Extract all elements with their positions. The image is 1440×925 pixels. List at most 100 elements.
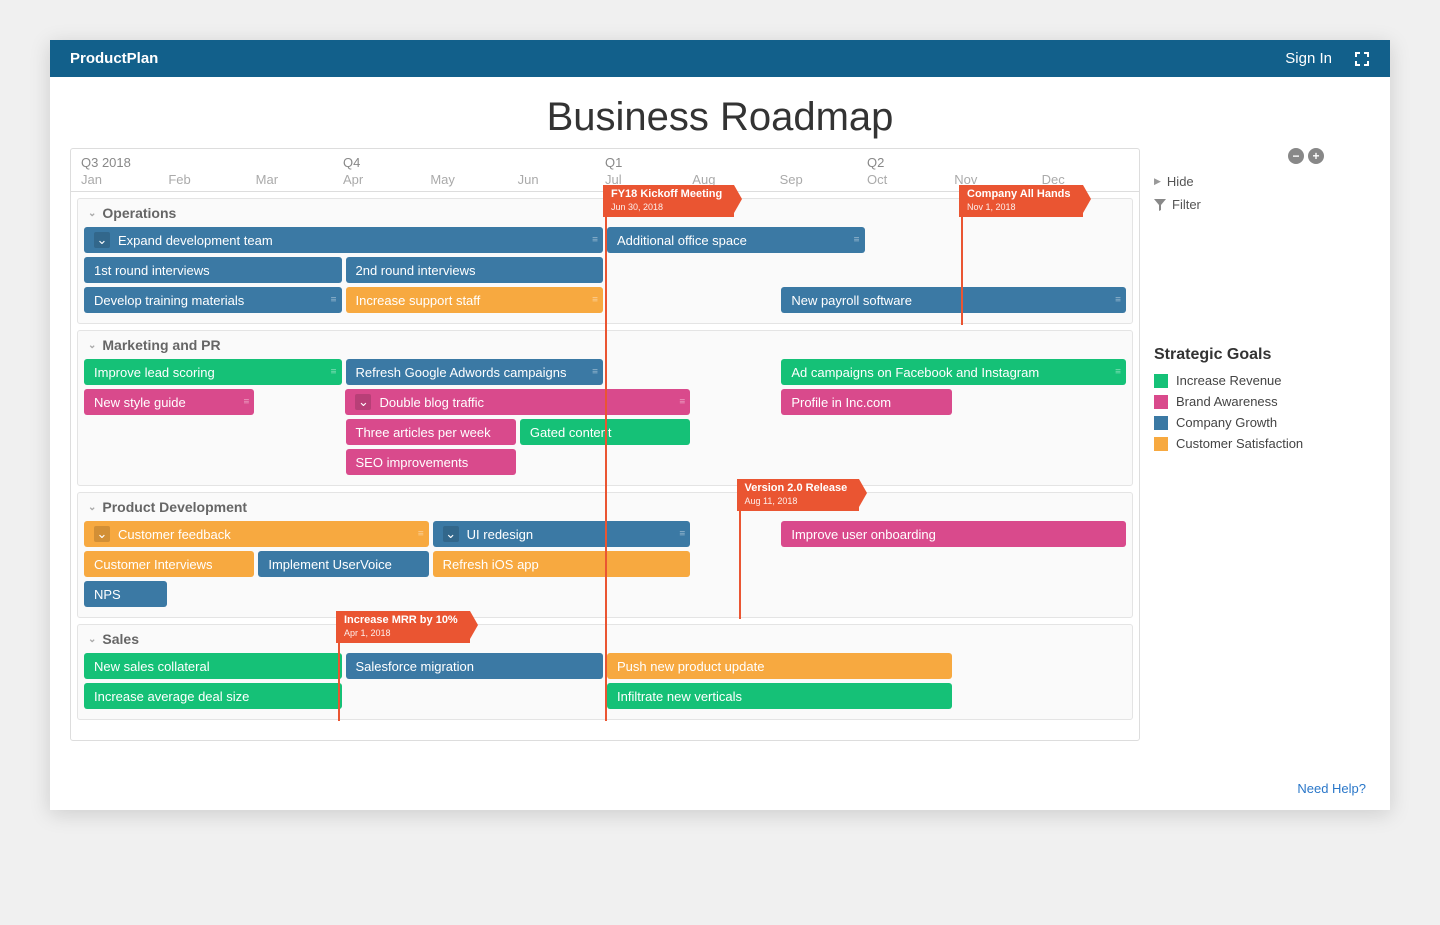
header-bar: ProductPlan Sign In	[50, 40, 1390, 77]
milestone[interactable]: Increase MRR by 10%Apr 1, 2018	[336, 611, 470, 643]
sign-in-link[interactable]: Sign In	[1285, 50, 1332, 67]
milestone[interactable]: Company All HandsNov 1, 2018	[959, 185, 1083, 217]
bar-label: Salesforce migration	[356, 659, 475, 674]
milestone[interactable]: FY18 Kickoff MeetingJun 30, 2018	[603, 185, 734, 217]
month-label: Mar	[256, 170, 343, 189]
quarters-row: Q3 2018Q4Q1Q2	[81, 155, 1129, 170]
bar-label: Gated content	[530, 425, 612, 440]
roadmap-bar[interactable]: Increase support staff≡	[346, 287, 604, 313]
bar-label: UI redesign	[467, 527, 533, 542]
roadmap-canvas[interactable]: Q3 2018Q4Q1Q2 JanFebMarAprMayJunJulAugSe…	[70, 148, 1140, 741]
legend-label: Company Growth	[1176, 415, 1277, 430]
roadmap-bar[interactable]: New payroll software≡	[781, 287, 1126, 313]
bar-label: Increase average deal size	[94, 689, 249, 704]
roadmap-bar[interactable]: New sales collateral	[84, 653, 342, 679]
hide-toggle[interactable]: ▶ Hide	[1154, 170, 1324, 193]
bar-label: Improve user onboarding	[791, 527, 936, 542]
help-link[interactable]: Need Help?	[1297, 781, 1366, 796]
grip-icon: ≡	[679, 397, 684, 408]
roadmap-bar[interactable]: Salesforce migration	[346, 653, 604, 679]
roadmap-bar[interactable]: Additional office space≡	[607, 227, 865, 253]
bar-label: Ad campaigns on Facebook and Instagram	[791, 365, 1039, 380]
legend-swatch	[1154, 416, 1168, 430]
bar-label: New sales collateral	[94, 659, 210, 674]
bar-label: SEO improvements	[356, 455, 469, 470]
legend-item[interactable]: Customer Satisfaction	[1154, 433, 1324, 454]
bar-label: New payroll software	[791, 293, 912, 308]
zoom-in-button[interactable]: +	[1308, 148, 1324, 164]
grip-icon: ≡	[679, 529, 684, 540]
roadmap-bar[interactable]: Profile in Inc.com	[781, 389, 951, 415]
milestone[interactable]: Version 2.0 ReleaseAug 11, 2018	[737, 479, 860, 511]
roadmap-bar[interactable]: Customer feedback ≡	[84, 521, 429, 547]
funnel-icon	[1154, 199, 1166, 211]
lane-name: Marketing and PR	[102, 337, 220, 353]
quarter-label: Q2	[867, 155, 1129, 170]
grip-icon: ≡	[418, 529, 423, 540]
milestone-date: Apr 1, 2018	[344, 628, 391, 638]
roadmap-bar[interactable]: Refresh Google Adwords campaigns≡	[346, 359, 604, 385]
quarter-label: Q4	[343, 155, 605, 170]
roadmap-bar[interactable]: Improve lead scoring ≡	[84, 359, 342, 385]
month-label: Jan	[81, 170, 168, 189]
legend-item[interactable]: Brand Awareness	[1154, 391, 1324, 412]
roadmap-bar[interactable]: Refresh iOS app	[433, 551, 691, 577]
header-right: Sign In	[1285, 50, 1370, 67]
roadmap-bar[interactable]: Increase average deal size	[84, 683, 342, 709]
bar-label: Implement UserVoice	[268, 557, 392, 572]
legend-item[interactable]: Increase Revenue	[1154, 370, 1324, 391]
lane-name: Product Development	[102, 499, 247, 515]
bar-label: Refresh iOS app	[443, 557, 539, 572]
legend-label: Customer Satisfaction	[1176, 436, 1303, 451]
bar-label: Push new product update	[617, 659, 764, 674]
chevron-down-icon: ⌄	[88, 208, 96, 219]
legend-swatch	[1154, 437, 1168, 451]
month-label: Apr	[343, 170, 430, 189]
chevron-down-icon: ⌄	[88, 340, 96, 351]
quarter-label: Q3 2018	[81, 155, 343, 170]
bar-label: New style guide	[94, 395, 186, 410]
month-label: Jun	[518, 170, 605, 189]
hide-label: Hide	[1167, 174, 1194, 189]
milestone-line	[605, 199, 607, 721]
zoom-out-button[interactable]: −	[1288, 148, 1304, 164]
roadmap-bar[interactable]: Customer Interviews	[84, 551, 254, 577]
milestone-title: Increase MRR by 10%	[344, 614, 458, 627]
roadmap-bar[interactable]: Expand development team ≡	[84, 227, 603, 253]
milestone-flag: Version 2.0 ReleaseAug 11, 2018	[737, 479, 860, 511]
roadmap-bar[interactable]: Infiltrate new verticals	[607, 683, 952, 709]
roadmap-bar[interactable]: Improve user onboarding	[781, 521, 1126, 547]
roadmap-bar[interactable]: NPS	[84, 581, 167, 607]
roadmap-bar[interactable]: 1st round interviews	[84, 257, 342, 283]
bar-label: Infiltrate new verticals	[617, 689, 742, 704]
bar-label: Three articles per week	[356, 425, 491, 440]
grip-icon: ≡	[592, 235, 597, 246]
bar-label: Customer feedback	[118, 527, 231, 542]
roadmap-bar[interactable]: New style guide≡	[84, 389, 254, 415]
fullscreen-icon[interactable]	[1354, 51, 1370, 67]
milestone-date: Jun 30, 2018	[611, 202, 663, 212]
grip-icon: ≡	[854, 235, 859, 246]
roadmap-bar[interactable]: 2nd round interviews	[346, 257, 604, 283]
roadmap-bar[interactable]: Develop training materials≡	[84, 287, 342, 313]
roadmap-bar[interactable]: Three articles per week	[346, 419, 516, 445]
roadmap-bar[interactable]: UI redesign ≡	[433, 521, 691, 547]
legend-list: Increase Revenue Brand Awareness Company G…	[1154, 370, 1324, 454]
grip-icon: ≡	[331, 367, 336, 378]
filter-toggle[interactable]: Filter	[1154, 193, 1324, 216]
body: Q3 2018Q4Q1Q2 JanFebMarAprMayJunJulAugSe…	[50, 148, 1390, 781]
roadmap-bar[interactable]: SEO improvements	[346, 449, 516, 475]
lane-name: Operations	[102, 205, 176, 221]
roadmap-bar[interactable]: Implement UserVoice	[258, 551, 428, 577]
bar-label: Improve lead scoring	[94, 365, 215, 380]
legend-item[interactable]: Company Growth	[1154, 412, 1324, 433]
roadmap-bar[interactable]: Ad campaigns on Facebook and Instagram≡	[781, 359, 1126, 385]
milestone-title: FY18 Kickoff Meeting	[611, 188, 722, 201]
grip-icon: ≡	[592, 367, 597, 378]
milestone-line	[739, 493, 741, 619]
bar-label: NPS	[94, 587, 121, 602]
roadmap-bar[interactable]: Push new product update	[607, 653, 952, 679]
roadmap-bar[interactable]: Double blog traffic≡	[345, 389, 690, 415]
legend-label: Brand Awareness	[1176, 394, 1278, 409]
bar-label: Expand development team	[118, 233, 273, 248]
